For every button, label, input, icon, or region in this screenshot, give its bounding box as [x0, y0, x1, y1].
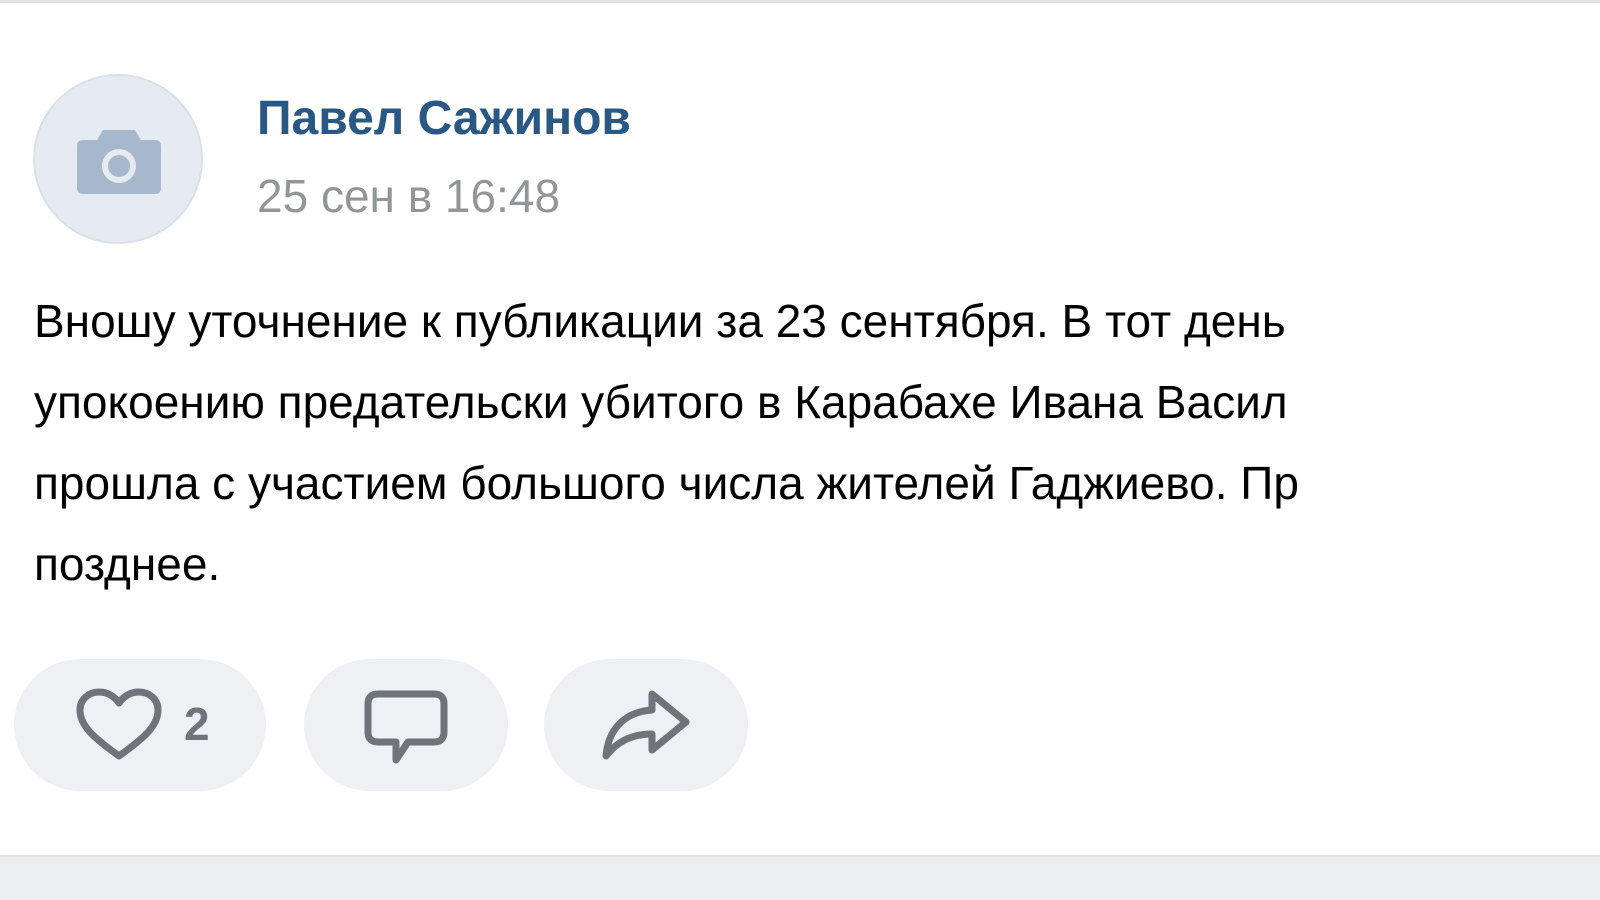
comment-button[interactable] — [304, 659, 508, 791]
heart-icon — [76, 688, 162, 760]
post-text-line: упокоению предательски убитого в Карабах… — [34, 376, 1288, 428]
share-button[interactable] — [544, 659, 748, 791]
post-date[interactable]: 25 сен в 16:48 — [257, 169, 560, 223]
post-text-line: позднее. — [34, 538, 221, 590]
post-text: Вношу уточнение к публикации за 23 сентя… — [34, 281, 1600, 605]
avatar[interactable] — [33, 74, 203, 244]
camera-icon — [77, 130, 161, 194]
share-arrow-icon — [602, 690, 690, 760]
wall-post: Павел Сажинов 25 сен в 16:48 Вношу уточн… — [0, 3, 1600, 855]
post-text-line: Вношу уточнение к публикации за 23 сентя… — [34, 295, 1286, 347]
like-count: 2 — [184, 698, 210, 750]
author-name[interactable]: Павел Сажинов — [257, 91, 631, 146]
post-text-line: прошла с участием большого числа жителей… — [34, 457, 1299, 509]
page: Павел Сажинов 25 сен в 16:48 Вношу уточн… — [0, 0, 1600, 900]
like-button[interactable]: 2 — [14, 659, 266, 791]
comment-bubble-icon — [364, 690, 448, 764]
feed-separator — [0, 855, 1600, 900]
